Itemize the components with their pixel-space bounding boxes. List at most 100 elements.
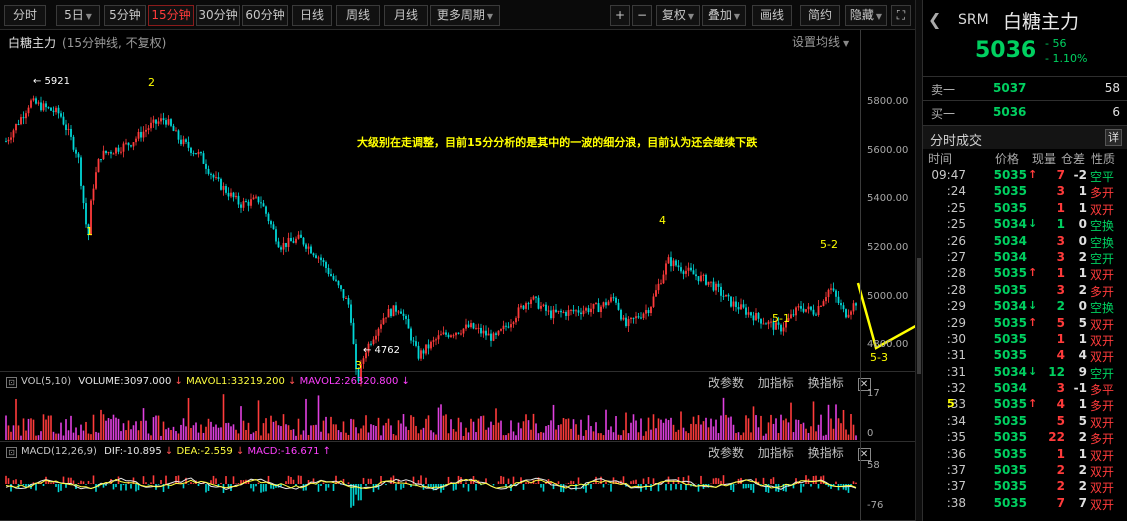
period-tab-15min[interactable]: 15分钟 xyxy=(148,5,194,26)
macd-bar xyxy=(590,484,592,489)
expand-icon[interactable]: ⊡ xyxy=(6,377,17,388)
period-tab-monthly[interactable]: 月线 xyxy=(384,5,428,26)
volume-bar xyxy=(512,431,515,440)
volume-bar xyxy=(65,419,67,440)
candle-body xyxy=(757,313,760,319)
volume-bar xyxy=(282,414,285,440)
draw-line-button[interactable]: 画线 xyxy=(752,5,792,26)
macd-bar xyxy=(297,475,300,484)
volume-bar xyxy=(762,435,765,440)
price-tick: 5400.00 xyxy=(867,193,909,204)
volume-bar xyxy=(742,432,745,440)
volume-bar xyxy=(460,422,462,440)
add-indicator-button[interactable]: 加指标 xyxy=(758,376,794,390)
macd-bar xyxy=(82,481,85,484)
zoom-in-button[interactable]: + xyxy=(610,5,630,26)
tick-row: :28 5035 ↑ 1 1 双开 xyxy=(923,266,1127,282)
tick-nature: 空换 xyxy=(1090,301,1115,316)
volume-bar xyxy=(205,426,207,440)
volume-bar xyxy=(327,433,330,440)
period-tab-60min[interactable]: 60分钟 xyxy=(242,5,288,26)
volume-bar xyxy=(320,431,322,440)
candle-body xyxy=(235,195,237,198)
candle-body xyxy=(675,260,677,266)
edit-params-button[interactable]: 改参数 xyxy=(708,376,744,390)
candle-body xyxy=(177,130,180,140)
macd-bar xyxy=(572,481,575,484)
period-tab-30min[interactable]: 30分钟 xyxy=(196,5,240,26)
period-tab-intraday[interactable]: 分时 xyxy=(4,5,46,26)
simple-mode-button[interactable]: 简约 xyxy=(800,5,840,26)
tick-row: :28 5035 3 2 多开 xyxy=(923,283,1127,299)
volume-panel: ⊡ VOL(5,10) VOLUME:3097.000 ↓ MAVOL1:3321… xyxy=(0,372,915,442)
adjust-dropdown[interactable]: 复权 ▼ xyxy=(656,5,700,26)
volume-bar xyxy=(405,426,407,440)
candle-body xyxy=(92,188,95,201)
candle-body xyxy=(602,302,605,307)
candle-body xyxy=(160,118,162,122)
expand-icon[interactable]: ⊡ xyxy=(6,447,17,458)
volume-bar xyxy=(607,429,610,440)
candle-body xyxy=(432,340,435,342)
volume-bar xyxy=(17,425,20,440)
period-tab-5min[interactable]: 5分钟 xyxy=(104,5,146,26)
more-periods-dropdown[interactable]: 更多周期 ▼ xyxy=(430,5,500,26)
macd-bar xyxy=(122,484,125,486)
candlestick-chart[interactable]: ← 5921← 476212345-15-25-35-4 xyxy=(0,30,952,411)
zoom-out-button[interactable]: − xyxy=(632,5,652,26)
macd-bar xyxy=(772,477,775,484)
macd-legend: ⊡ MACD(12,26,9) DIF:-10.895 ↓ DEA:-2.559 … xyxy=(6,446,331,458)
macd-bar xyxy=(262,484,265,492)
switch-indicator-button[interactable]: 换指标 xyxy=(808,446,844,460)
period-tab-weekly[interactable]: 周线 xyxy=(336,5,380,26)
volume-bar xyxy=(660,419,662,440)
volume-bar xyxy=(185,426,187,440)
volume-bar xyxy=(722,397,725,440)
overlay-dropdown[interactable]: 叠加 ▼ xyxy=(702,5,746,26)
candle-body xyxy=(280,247,282,250)
ticks-list[interactable]: 09:47 5035 ↑ 7 -2 空平:24 5035 3 1 多开:25 5035 1 1 双开:25… xyxy=(923,168,1127,512)
tick-price: 5035 xyxy=(993,282,1027,297)
volume-bar xyxy=(715,419,717,440)
tick-price: 5035 xyxy=(993,495,1027,510)
switch-indicator-button[interactable]: 换指标 xyxy=(808,376,844,390)
fullscreen-icon[interactable]: ⛶ xyxy=(891,5,911,26)
candle-body xyxy=(257,196,260,203)
volume-bar xyxy=(675,431,677,440)
candle-body xyxy=(447,334,450,338)
tick-oi-change: 1 xyxy=(1078,266,1087,281)
volume-bar xyxy=(272,421,275,440)
candle-body xyxy=(452,335,455,337)
candle-body xyxy=(327,268,330,275)
tick-nature: 双开 xyxy=(1090,465,1115,480)
hide-dropdown[interactable]: 隐藏 ▼ xyxy=(845,5,887,26)
volume-bar xyxy=(527,420,530,440)
scrollbar-thumb[interactable] xyxy=(917,258,921,374)
candle-body xyxy=(180,139,182,145)
macd-bar xyxy=(452,484,455,491)
volume-bar xyxy=(442,415,445,440)
tick-row: :26 5034 3 0 空换 xyxy=(923,234,1127,250)
detail-button[interactable]: 详 xyxy=(1105,129,1122,146)
edit-params-button[interactable]: 改参数 xyxy=(708,446,744,460)
macd-bar xyxy=(747,484,750,488)
candle-body xyxy=(585,308,587,311)
tick-row: :35 5035 22 2 多开 xyxy=(923,430,1127,446)
volume-bar xyxy=(265,418,267,440)
candle-body xyxy=(427,344,430,349)
candle-body xyxy=(112,153,115,155)
period-tab-5day[interactable]: 5日 ▼ xyxy=(56,5,100,26)
macd-value: MACD:-16.671 xyxy=(247,446,320,457)
tick-oi-change: 1 xyxy=(1078,331,1087,346)
high-price-label: ← 5921 xyxy=(33,76,70,87)
add-indicator-button[interactable]: 加指标 xyxy=(758,446,794,460)
candle-body xyxy=(142,131,145,138)
chart-scrollbar[interactable] xyxy=(915,0,922,521)
volume-bar xyxy=(352,419,355,440)
macd-bar xyxy=(542,484,545,492)
volume-bar xyxy=(522,421,525,440)
volume-bar xyxy=(542,432,545,440)
macd-bar xyxy=(540,484,542,488)
macd-bar xyxy=(560,484,562,492)
period-tab-daily[interactable]: 日线 xyxy=(292,5,332,26)
